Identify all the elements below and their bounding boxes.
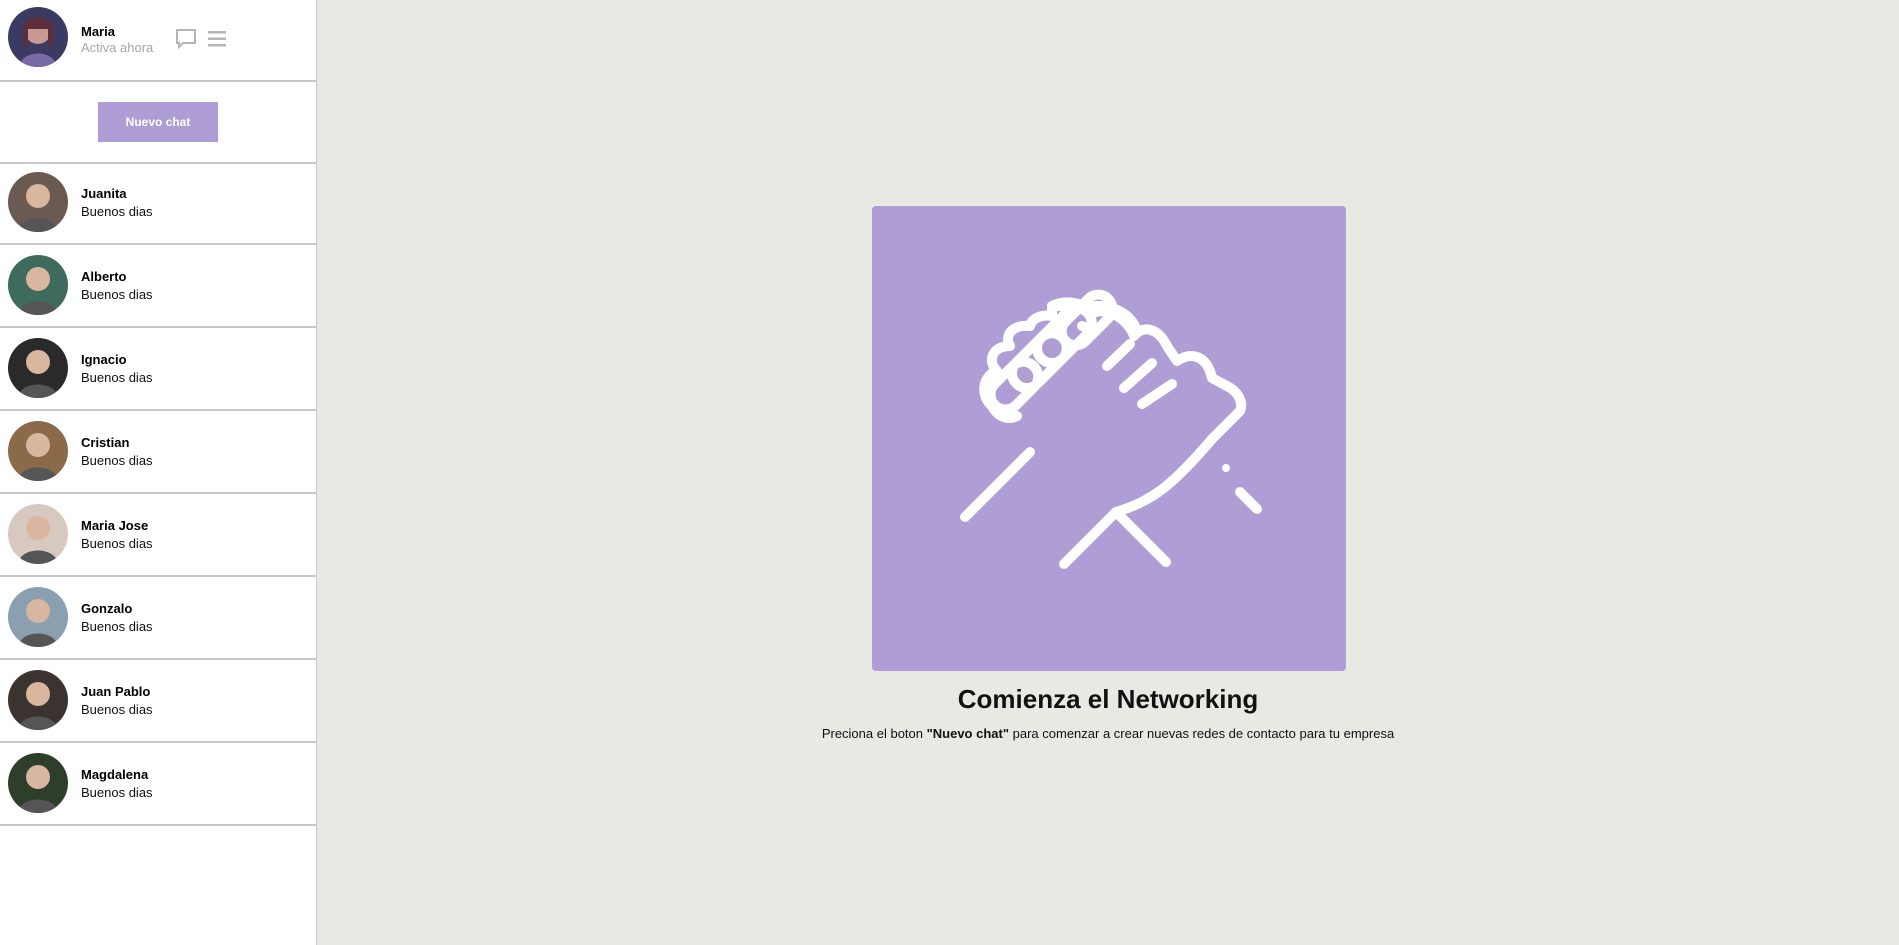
main-panel: Comienza el Networking Preciona el boton… bbox=[317, 0, 1899, 945]
hero-card bbox=[872, 206, 1346, 671]
profile-name: Maria bbox=[81, 24, 115, 39]
subtitle-highlight: "Nuevo chat" bbox=[926, 726, 1010, 741]
chat-name: Gonzalo bbox=[81, 601, 133, 616]
subtitle-suffix: para comenzar a crear nuevas redes de co… bbox=[1009, 726, 1395, 741]
new-chat-area: Nuevo chat bbox=[0, 82, 316, 164]
chat-message: Buenos dias bbox=[81, 370, 153, 385]
avatar bbox=[8, 421, 68, 481]
chat-list: Juanita Buenos dias Alberto Buenos dias Igna… bbox=[0, 162, 316, 826]
chat-name: Maria Jose bbox=[81, 518, 149, 533]
main-subtitle: Preciona el boton "Nuevo chat" para come… bbox=[317, 726, 1899, 741]
avatar bbox=[8, 753, 68, 813]
subtitle-prefix: Preciona el boton bbox=[821, 726, 927, 741]
avatar bbox=[8, 255, 68, 315]
chat-name: Alberto bbox=[81, 269, 127, 284]
avatar bbox=[8, 338, 68, 398]
avatar[interactable] bbox=[8, 7, 68, 67]
chat-item[interactable]: Juan Pablo Buenos dias bbox=[0, 660, 316, 743]
profile-status: Activa ahora bbox=[81, 40, 154, 55]
chat-item[interactable]: Cristian Buenos dias bbox=[0, 411, 316, 494]
chat-item[interactable]: Alberto Buenos dias bbox=[0, 245, 316, 328]
chat-message: Buenos dias bbox=[81, 204, 153, 219]
chat-message: Buenos dias bbox=[81, 453, 153, 468]
main-title: Comienza el Networking bbox=[957, 684, 1259, 714]
avatar bbox=[8, 504, 68, 564]
chat-message: Buenos dias bbox=[81, 536, 153, 551]
chat-item[interactable]: Gonzalo Buenos dias bbox=[0, 577, 316, 660]
chat-message: Buenos dias bbox=[81, 702, 153, 717]
chat-name: Ignacio bbox=[81, 352, 127, 367]
chat-item[interactable]: Magdalena Buenos dias bbox=[0, 743, 316, 826]
chat-item[interactable]: Juanita Buenos dias bbox=[0, 162, 316, 245]
menu-icon[interactable] bbox=[205, 27, 229, 51]
sidebar: Maria Activa ahora Nuevo chat Juanita Bue… bbox=[0, 0, 317, 945]
avatar bbox=[8, 587, 68, 647]
chat-item[interactable]: Ignacio Buenos dias bbox=[0, 328, 316, 411]
chat-message: Buenos dias bbox=[81, 287, 153, 302]
chat-name: Juanita bbox=[81, 186, 127, 201]
chat-name: Magdalena bbox=[81, 767, 149, 782]
chat-name: Cristian bbox=[81, 435, 130, 450]
handshake-icon bbox=[960, 289, 1262, 569]
chat-name: Juan Pablo bbox=[81, 684, 151, 699]
chat-message: Buenos dias bbox=[81, 785, 153, 800]
new-chat-button[interactable]: Nuevo chat bbox=[98, 102, 218, 142]
chat-item[interactable]: Maria Jose Buenos dias bbox=[0, 494, 316, 577]
chat-message: Buenos dias bbox=[81, 619, 153, 634]
chat-bubble-icon[interactable] bbox=[174, 27, 198, 51]
avatar bbox=[8, 670, 68, 730]
profile-header: Maria Activa ahora bbox=[0, 0, 316, 82]
avatar bbox=[8, 172, 68, 232]
